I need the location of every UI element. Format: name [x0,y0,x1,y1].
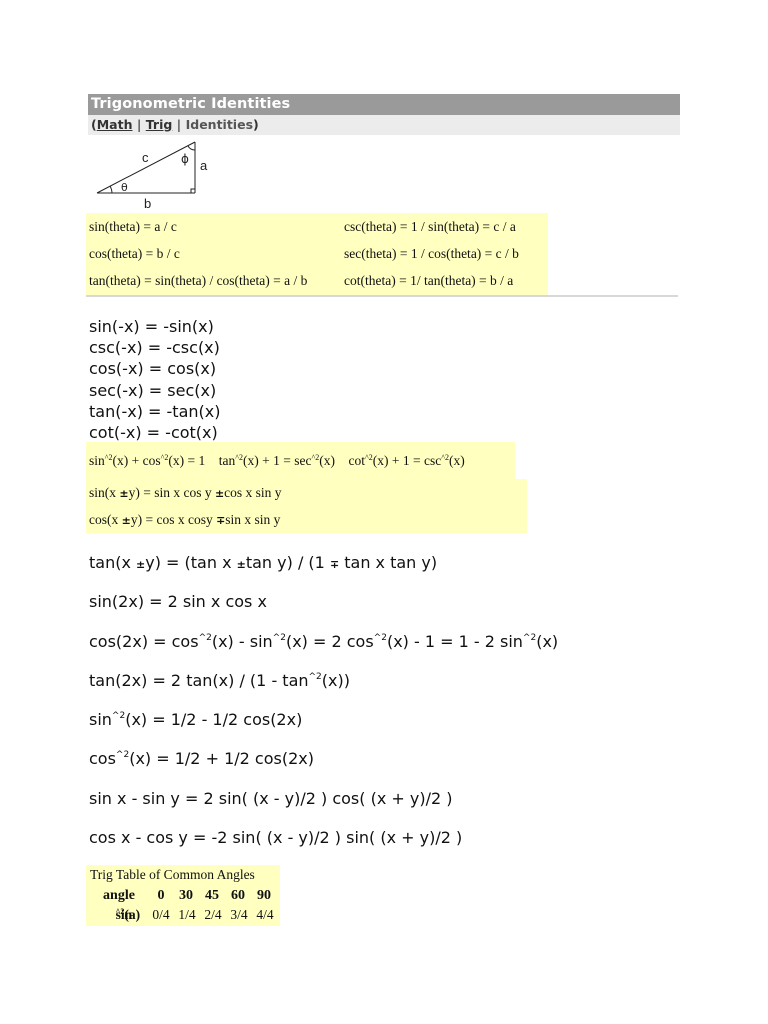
sum-difference-identities: sin(x ±y) = sin x cos y ±cos x sin y cos… [86,479,527,533]
breadcrumb-link-trig[interactable]: Trig [146,117,173,132]
divider [86,295,678,297]
sin-double-angle: sin(2x) = 2 sin x cos x [89,592,267,611]
definitions-row: tan(theta) = sin(theta) / cos(theta) = a… [86,267,548,294]
right-triangle-diagram: c a b θ ϕ [96,141,208,210]
sec-definition: sec(theta) = 1 / cos(theta) = c / b [344,246,519,261]
right-angle-marker [190,188,195,193]
header-angle: 90 [257,888,271,903]
tan-definition: tan(theta) = sin(theta) / cos(theta) = a… [89,273,308,288]
identity-line: cot(-x) = -cot(x) [89,423,218,443]
phi-arc [187,145,196,151]
definitions-row: sin(theta) = a / c csc(theta) = 1 / sin(… [86,213,548,240]
pythagorean-sin-cos: sin^2(x) + cos^2(x) = 1 [89,453,206,468]
sin-squared-identity: sin^2(x) = 1/2 - 1/2 cos(2x) [89,710,303,729]
tan-double-angle: tan(2x) = 2 tan(x) / (1 - tan^2(x)) [89,671,350,690]
pythagorean-tan-sec: tan^2(x) + 1 = sec^2(x) [218,453,336,468]
table-cell: 0/4 [152,907,170,922]
table-cell: 4/4 [256,907,274,922]
identity-line: csc(-x) = -csc(x) [89,338,220,358]
breadcrumb-separator: | [172,117,186,132]
label-theta: θ [121,181,128,194]
breadcrumb-close-paren: ) [253,117,259,132]
identity-line: sin(-x) = -sin(x) [89,317,214,336]
identity-line: tan(-x) = -tan(x) [89,401,221,421]
cos-definition: cos(theta) = b / c [89,246,180,261]
header-angle: 0 [157,888,165,903]
pythagorean-cot-csc: cot^2(x) + 1 = csc^2(x) [348,453,465,468]
cos-sum-identity: cos(x ±y) = cos x cosy ∓sin x sin y [89,512,281,527]
pythagorean-identities: sin^2(x) + cos^2(x) = 1 tan^2(x) + 1 = s… [86,442,515,479]
table-caption: Trig Table of Common Angles [90,867,255,882]
tan-sum-identity: tan(x ±y) = (tan x ±tan y) / (1 ∓ tan x … [89,553,438,572]
identity-line: sec(-x) = sec(x) [89,380,217,400]
cos-squared-identity: cos^2(x) = 1/2 + 1/2 cos(2x) [89,749,314,768]
identity-line: cos(-x) = cos(x) [89,359,217,379]
breadcrumb-current: Identities [185,117,254,132]
table-cell: 3/4 [230,907,248,922]
common-angles-table: Trig Table of Common Angles angle 0 30 4… [86,865,280,926]
definitions-table: sin(theta) = a / c csc(theta) = 1 / sin(… [86,213,548,295]
breadcrumb: (Math | Trig | Identities) [88,115,680,135]
header-angle: 30 [179,888,193,903]
header-angle: 60 [231,888,245,903]
label-a: a [200,158,208,173]
breadcrumb-separator: | [132,117,146,132]
cos-difference-product: cos x - cos y = -2 sin( (x - y)/2 ) sin(… [89,828,463,847]
table-row: sin ^2 (a) 0/4 1/4 2/4 3/4 4/4 [86,905,280,924]
table-header-row: angle 0 30 45 60 90 [86,886,280,905]
breadcrumb-link-math[interactable]: Math [97,117,133,132]
label-b: b [144,196,151,210]
theta-arc [109,185,113,194]
table-cell: 1/4 [178,907,196,922]
header-angle: 45 [205,888,219,903]
sin-sum-identity: sin(x ±y) = sin x cos y ±cos x sin y [89,485,282,500]
csc-definition: csc(theta) = 1 / sin(theta) = c / a [344,219,516,234]
cot-definition: cot(theta) = 1/ tan(theta) = b / a [344,273,514,288]
label-phi: ϕ [181,152,189,166]
negative-angle-identities: sin(-x) = -sin(x) csc(-x) = -csc(x) cos(… [89,316,220,443]
page-title: Trigonometric Identities [88,94,680,115]
cos-double-angle: cos(2x) = cos^2(x) - sin^2(x) = 2 cos^2(… [89,632,559,651]
header-angle-label: angle [103,888,135,903]
table-cell: 2/4 [204,907,222,922]
definitions-row: cos(theta) = b / c sec(theta) = 1 / cos(… [86,240,548,267]
sin-difference-product: sin x - sin y = 2 sin( (x - y)/2 ) cos( … [89,789,453,808]
label-c: c [142,150,149,165]
sin-definition: sin(theta) = a / c [89,219,177,234]
row-label: sin ^2 (a) [115,907,141,922]
